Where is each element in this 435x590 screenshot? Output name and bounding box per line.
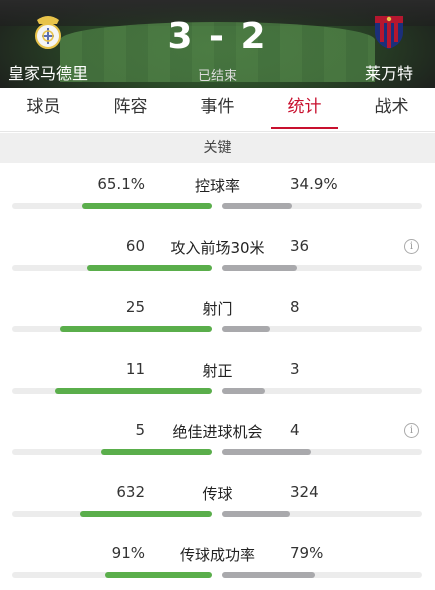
home-bar-track [12,510,212,517]
stat-label: 射门 [202,300,233,318]
stat-away-value: 4 [290,421,300,439]
away-bar-track [222,510,422,517]
match-header: 皇家马德里 3 - 2 已结束 莱万特 [0,0,435,88]
home-bar-fill [100,449,212,455]
away-bar-fill [222,510,290,517]
away-bar-track [222,572,422,578]
stat-row: 5 绝佳进球机会 4 i [0,409,435,471]
stat-label: 控球率 [194,177,240,195]
home-bar-fill [87,264,212,271]
tab-players[interactable]: 球员 [0,88,87,131]
section-header-key: 关键 [0,133,435,163]
stat-away-value: 324 [290,482,319,501]
stat-label: 射正 [202,361,233,380]
home-bar-fill [79,510,212,517]
stat-away-value: 8 [290,298,300,316]
away-bar-track [222,326,422,332]
home-bar-fill [60,326,212,332]
home-bar-track [12,572,212,578]
away-bar-fill [222,449,311,455]
away-team-name: 莱万特 [364,64,413,83]
home-bar-track [12,387,212,394]
tab-tactics[interactable]: 战术 [348,88,435,131]
stat-away-value: 36 [290,236,310,255]
stat-row: 65.1% 控球率 34.9% [0,163,435,225]
home-bar-fill [105,572,212,578]
stat-label: 绝佳进球机会 [172,423,263,441]
info-icon[interactable]: i [404,423,419,438]
away-bar-fill [222,387,265,394]
away-bar-track [222,264,422,271]
stat-row: 632 传球 324 [0,471,435,533]
stat-away-value: 34.9% [290,175,338,193]
away-bar-fill [222,572,315,578]
stat-row: 91% 传球成功率 79% [0,532,435,590]
home-bar-fill [54,387,212,394]
stat-row: 25 射门 8 [0,286,435,348]
away-bar-track [222,203,422,209]
stats-list: 65.1% 控球率 34.9% 60 攻入前场30米 36 i 25 射门 8 11 射正 3 5 绝佳进球… [0,163,435,590]
stat-away-value: 3 [290,359,300,378]
home-bar-track [12,264,212,271]
stat-label: 传球 [202,484,233,503]
tab-events[interactable]: 事件 [174,88,261,131]
stat-row: 60 攻入前场30米 36 i [0,225,435,287]
info-icon[interactable]: i [404,238,419,254]
stat-away-value: 79% [290,544,324,562]
tab-stats[interactable]: 统计 [261,88,348,131]
away-team-crest-icon [375,16,403,49]
home-bar-track [12,326,212,332]
home-bar-track [12,449,212,455]
home-bar-fill [81,203,212,209]
stat-label: 传球成功率 [179,546,255,564]
away-team[interactable]: 莱万特 [349,12,429,84]
stat-row: 11 射正 3 [0,348,435,410]
away-bar-track [222,387,422,394]
stat-label: 攻入前场30米 [170,238,265,257]
away-bar-fill [222,264,297,271]
away-bar-track [222,449,422,455]
tab-lineup[interactable]: 阵容 [87,88,174,131]
away-bar-fill [222,326,271,332]
away-bar-fill [222,203,292,209]
home-bar-track [12,203,212,209]
tab-bar: 球员 阵容 事件 统计 战术 [0,88,435,132]
